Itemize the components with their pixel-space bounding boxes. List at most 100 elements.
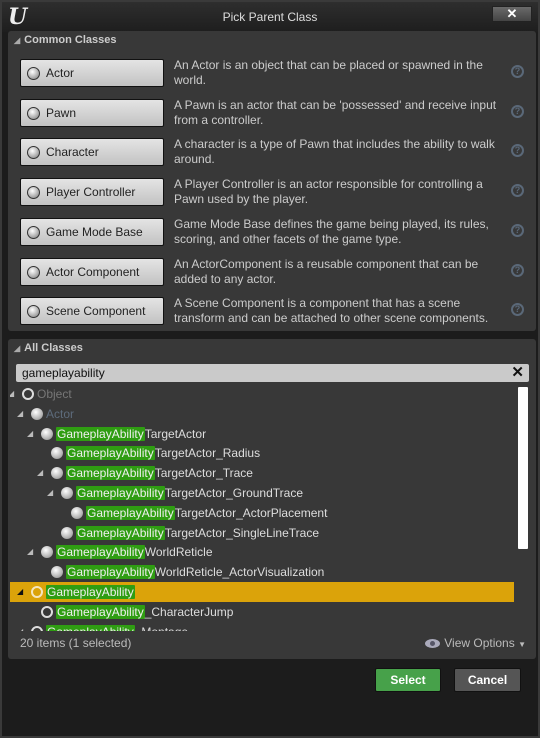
tree-row[interactable]: GameplayAbilityTargetActor_Radius	[10, 443, 514, 463]
expand-arrow-icon[interactable]: ◢	[17, 404, 23, 424]
actor-class-icon	[41, 427, 53, 440]
search-match-highlight: GameplayAbility	[56, 426, 145, 441]
tree-label: GameplayAbilityWorldReticle	[56, 542, 213, 562]
class-tree: ◢ Object ◢ Actor ◢ GameplayAbilityTargetActor…	[10, 384, 516, 631]
scene-component-icon	[27, 305, 40, 319]
tree-row[interactable]: GameplayAbilityTargetActor_SingleLineTra…	[10, 523, 514, 543]
class-button-label: Player Controller	[46, 185, 136, 200]
tree-label: Actor	[46, 404, 74, 424]
help-icon[interactable]: ?	[511, 223, 524, 237]
expand-arrow-icon[interactable]: ◢	[27, 542, 33, 562]
common-class-button[interactable]: Game Mode Base	[20, 217, 164, 246]
tree-row[interactable]: GameplayAbilityWorldReticle_ActorVisuali…	[10, 562, 514, 582]
clear-search-icon[interactable]: ✕	[511, 364, 524, 382]
view-options-button[interactable]: View Options ▼	[425, 636, 526, 650]
class-description: A Player Controller is an actor responsi…	[174, 177, 483, 207]
object-class-icon	[41, 605, 53, 618]
tree-row[interactable]: ◢ GameplayAbilityTargetActor	[10, 424, 514, 444]
expand-arrow-icon[interactable]: ◢	[10, 384, 14, 404]
actor-class-icon	[61, 487, 73, 499]
class-description: A Scene Component is a component that ha…	[174, 296, 489, 326]
tree-label: GameplayAbility_CharacterJump	[56, 602, 233, 622]
pick-parent-class-dialog: U Pick Parent Class ✕ ◢ Common Classes Ac…	[0, 0, 540, 738]
label-rest: _Montage	[135, 625, 188, 631]
all-classes-header[interactable]: ◢ All Classes	[14, 342, 83, 354]
expand-arrow-icon[interactable]: ◢	[27, 424, 33, 444]
common-classes-header[interactable]: ◢ Common Classes	[14, 34, 116, 46]
tree-row[interactable]: ◢ GameplayAbility_Montage	[10, 622, 514, 631]
all-classes-panel: ◢ All Classes gameplayability ✕ ◢ Object ◢ Ac…	[8, 339, 536, 659]
search-match-highlight: GameplayAbility	[86, 505, 175, 520]
cancel-button[interactable]: Cancel	[454, 668, 521, 692]
eye-icon	[425, 639, 441, 649]
common-class-row: Pawn A Pawn is an actor that can be 'pos…	[8, 98, 536, 139]
tree-row[interactable]: ◢ GameplayAbilityTargetActor_Trace	[10, 463, 514, 483]
common-class-button[interactable]: Actor Component	[20, 257, 164, 286]
label-rest: Object	[37, 387, 72, 401]
tree-label: GameplayAbilityTargetActor_SingleLineTra…	[76, 523, 319, 543]
expand-arrow-icon[interactable]: ◢	[47, 483, 53, 503]
tree-scrollbar[interactable]	[518, 387, 528, 632]
tree-row[interactable]: GameplayAbility_CharacterJump	[10, 602, 514, 622]
tree-label: GameplayAbilityTargetActor_ActorPlacemen…	[86, 503, 327, 523]
actor-class-icon	[71, 506, 83, 519]
expand-arrow-icon[interactable]: ◢	[37, 463, 43, 483]
search-match-highlight: GameplayAbility	[66, 446, 155, 461]
common-classes-title: Common Classes	[24, 34, 117, 46]
class-search-input[interactable]: gameplayability ✕	[16, 364, 529, 382]
search-match-highlight: GameplayAbility	[56, 545, 145, 560]
object-class-icon	[22, 388, 34, 400]
character-icon	[27, 146, 40, 160]
label-rest: TargetActor_SingleLineTrace	[164, 525, 320, 540]
class-button-label: Character	[46, 145, 99, 160]
window-title: Pick Parent Class	[222, 10, 318, 24]
label-rest: TargetActor	[144, 426, 207, 441]
common-class-button[interactable]: Pawn	[20, 98, 164, 127]
tree-row[interactable]: ◢ GameplayAbilityTargetActor_GroundTrace	[10, 483, 514, 503]
common-class-button[interactable]: Character	[20, 138, 164, 167]
common-class-row: Actor Component An ActorComponent is a r…	[8, 257, 536, 298]
help-icon[interactable]: ?	[511, 303, 524, 317]
all-classes-title: All Classes	[24, 342, 83, 354]
expand-arrow-icon[interactable]: ◢	[17, 582, 23, 602]
actor-component-icon	[27, 265, 40, 279]
class-button-label: Actor	[46, 66, 75, 80]
actor-class-icon	[51, 447, 63, 460]
help-icon[interactable]: ?	[511, 184, 524, 198]
select-button[interactable]: Select	[375, 668, 441, 692]
tree-row[interactable]: ◢ GameplayAbilityWorldReticle	[10, 542, 514, 562]
common-class-row: Player Controller A Player Controller is…	[8, 177, 536, 218]
actor-class-icon	[41, 546, 53, 559]
search-match-highlight: GameplayAbility	[46, 624, 135, 631]
item-count: 20 items (1 selected)	[20, 636, 132, 650]
common-class-button[interactable]: Player Controller	[20, 178, 164, 207]
tree-label: GameplayAbilityTargetActor_GroundTrace	[76, 483, 303, 503]
tree-label: GameplayAbilityTargetActor	[56, 424, 206, 444]
common-class-row: Actor An Actor is an object that can be …	[8, 58, 536, 99]
actor-class-icon	[51, 566, 63, 579]
common-class-button[interactable]: Actor	[20, 59, 164, 87]
label-rest: WorldReticle_ActorVisualization	[154, 565, 325, 580]
help-icon[interactable]: ?	[511, 104, 524, 118]
tree-label: GameplayAbilityTargetActor_Radius	[66, 443, 260, 463]
scrollbar-thumb[interactable]	[518, 387, 528, 549]
tree-row[interactable]: ◢ Actor	[10, 404, 514, 424]
tree-row[interactable]: ◢ GameplayAbility	[10, 582, 514, 602]
search-match-highlight: GameplayAbility	[56, 604, 145, 619]
help-icon[interactable]: ?	[511, 65, 524, 78]
tree-row[interactable]: GameplayAbilityTargetActor_ActorPlacemen…	[10, 503, 514, 523]
tree-row[interactable]: ◢ Object	[10, 384, 514, 404]
label-rest: Actor	[46, 406, 75, 421]
object-class-icon	[31, 586, 43, 598]
close-button[interactable]: ✕	[492, 6, 532, 22]
label-rest: TargetActor_Trace	[154, 466, 253, 481]
actor-class-icon	[31, 407, 43, 420]
class-button-label: Scene Component	[46, 304, 146, 319]
label-rest: TargetActor_GroundTrace	[164, 486, 303, 500]
collapse-icon: ◢	[14, 36, 21, 45]
common-class-button[interactable]: Scene Component	[20, 297, 164, 326]
help-icon[interactable]: ?	[511, 144, 524, 158]
help-icon[interactable]: ?	[511, 263, 524, 277]
view-options-label: View Options	[444, 636, 515, 650]
expand-arrow-icon[interactable]: ◢	[17, 622, 23, 631]
